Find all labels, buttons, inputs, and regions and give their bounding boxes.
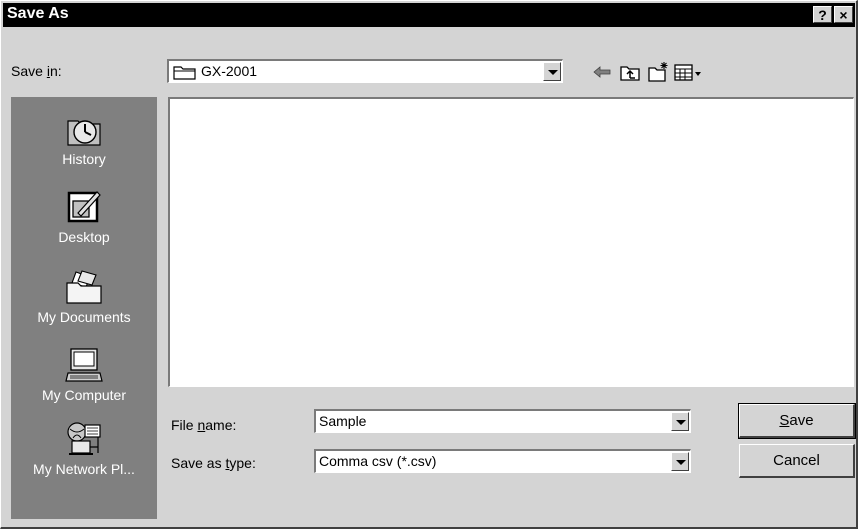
save-as-type-dropdown[interactable]: Comma csv (*.csv) bbox=[314, 449, 691, 473]
file-list-view[interactable] bbox=[168, 97, 854, 387]
my-network-places-icon bbox=[67, 422, 101, 455]
save-in-dropdown[interactable]: GX-2001 bbox=[167, 59, 563, 83]
file-name-value: Sample bbox=[319, 413, 367, 429]
place-my-documents-label: My Documents bbox=[37, 309, 131, 325]
file-name-label: File name: bbox=[171, 417, 237, 433]
place-history-label: History bbox=[62, 151, 106, 167]
chevron-down-icon[interactable] bbox=[671, 412, 689, 431]
save-as-type-value: Comma csv (*.csv) bbox=[319, 453, 437, 469]
place-my-computer-label: My Computer bbox=[41, 387, 127, 403]
back-arrow-icon[interactable] bbox=[591, 61, 613, 83]
close-button[interactable]: × bbox=[834, 6, 853, 23]
place-desktop[interactable]: Desktop bbox=[11, 189, 157, 245]
save-in-value: GX-2001 bbox=[201, 63, 258, 79]
history-icon bbox=[67, 120, 101, 146]
up-one-level-icon[interactable] bbox=[619, 61, 641, 83]
desktop-icon bbox=[67, 191, 101, 223]
file-name-input[interactable]: Sample bbox=[314, 409, 691, 433]
place-history[interactable]: History bbox=[11, 111, 157, 167]
place-my-network-places-label: My Network Pl... bbox=[33, 461, 135, 477]
view-menu-icon[interactable] bbox=[673, 61, 705, 83]
my-computer-icon bbox=[65, 348, 103, 382]
save-in-label: Save in: bbox=[11, 63, 62, 79]
save-button[interactable]: Save bbox=[738, 403, 856, 439]
place-my-computer[interactable]: My Computer bbox=[11, 347, 157, 403]
place-my-network-places[interactable]: My Network Pl... bbox=[11, 421, 157, 477]
chevron-down-icon[interactable] bbox=[543, 62, 561, 81]
place-desktop-label: Desktop bbox=[58, 229, 110, 245]
save-as-type-label: Save as type: bbox=[171, 455, 256, 471]
place-my-documents[interactable]: My Documents bbox=[11, 269, 157, 325]
title-bar[interactable]: Save As ? × bbox=[3, 3, 855, 27]
chevron-down-icon[interactable] bbox=[671, 452, 689, 471]
new-folder-icon[interactable] bbox=[647, 61, 669, 83]
places-bar: History Desktop My Documents My Computer… bbox=[11, 97, 157, 519]
help-button[interactable]: ? bbox=[813, 6, 832, 23]
folder-icon bbox=[173, 66, 196, 80]
my-documents-icon bbox=[66, 270, 102, 304]
dialog-title: Save As bbox=[7, 5, 69, 22]
save-as-dialog: Save As ? × Save in: GX-2001 History Des… bbox=[0, 0, 858, 529]
cancel-button[interactable]: Cancel bbox=[739, 444, 855, 478]
